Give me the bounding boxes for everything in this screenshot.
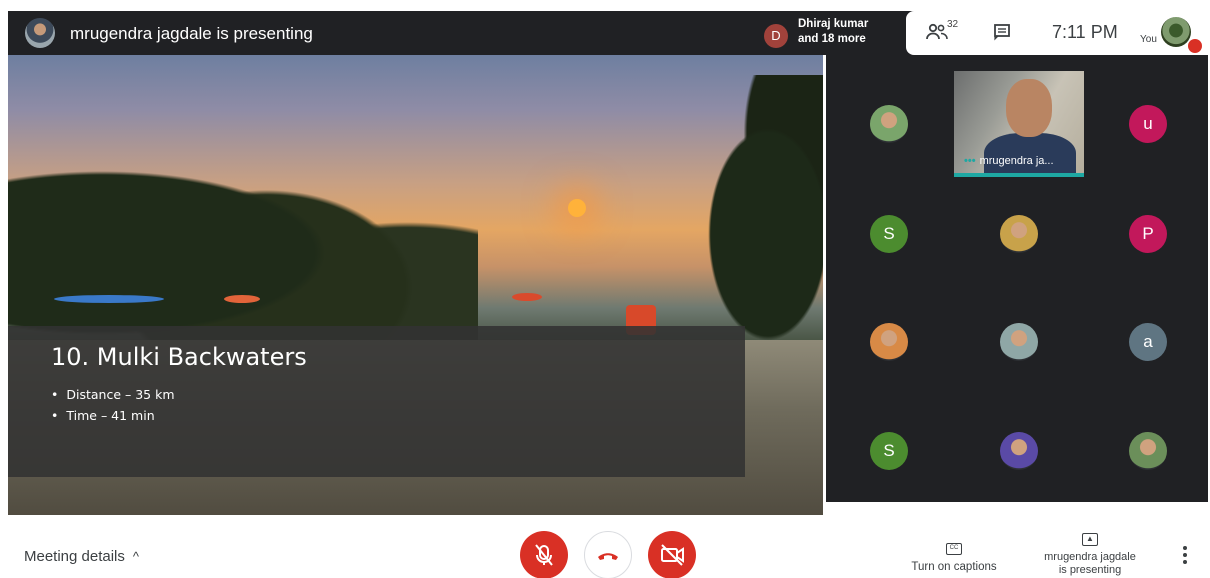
- closed-captions-icon: CC: [946, 543, 962, 555]
- video-participant-name: ••• mrugendra ja...: [964, 155, 1054, 167]
- speaking-indicator-icon: •••: [964, 155, 976, 167]
- participant-photo-avatar[interactable]: [870, 105, 908, 143]
- mic-off-icon: [535, 544, 553, 566]
- video-person-face: [1006, 79, 1052, 137]
- joiner-more: and 18 more: [798, 33, 866, 45]
- participant-initial-avatar[interactable]: S: [870, 215, 908, 253]
- meeting-details-label: Meeting details: [24, 548, 125, 565]
- kayak: [224, 295, 260, 303]
- participant-initial-avatar[interactable]: P: [1129, 215, 1167, 253]
- meeting-clock: 7:11 PM: [1052, 22, 1118, 42]
- presentation-stage: 10. Mulki Backwaters Distance – 35 km Ti…: [8, 55, 823, 515]
- captions-button[interactable]: CC Turn on captions: [906, 536, 1002, 573]
- meeting-details-button[interactable]: Meeting details ^: [24, 548, 139, 565]
- present-label-line2: is presenting: [1058, 564, 1122, 576]
- dot: [1183, 560, 1187, 564]
- participants-grid: ••• mrugendra ja... u S P a S: [826, 55, 1208, 502]
- scene-trees-right: [678, 75, 823, 365]
- meet-window: mrugendra jagdale is presenting D Dhiraj…: [0, 0, 1210, 578]
- people-icon[interactable]: [926, 23, 948, 41]
- slide-title: 10. Mulki Backwaters: [51, 343, 307, 371]
- present-label-line1: mrugendra jagdale: [1044, 551, 1136, 563]
- joiner-avatar: D: [764, 24, 788, 48]
- camera-off-icon: [661, 544, 684, 566]
- self-avatar[interactable]: [1161, 17, 1191, 47]
- slide-bullet-distance: Distance – 35 km: [51, 384, 174, 405]
- joiner-name: Dhiraj kumar: [798, 18, 869, 30]
- present-label: mrugendra jagdale is presenting: [1030, 551, 1150, 577]
- video-name-text: mrugendra ja...: [979, 155, 1054, 167]
- participant-photo-avatar[interactable]: [870, 323, 908, 361]
- top-bar: mrugendra jagdale is presenting D Dhiraj…: [8, 11, 1208, 55]
- presenting-title: mrugendra jagdale is presenting: [70, 24, 313, 43]
- mic-off-badge: [1188, 39, 1202, 53]
- people-count: 32: [947, 19, 959, 30]
- hangup-icon: [598, 553, 618, 560]
- kayak: [512, 293, 542, 301]
- present-now-button[interactable]: ▲ mrugendra jagdale is presenting: [1030, 528, 1150, 577]
- participant-initial-avatar[interactable]: S: [870, 432, 908, 470]
- captions-label: Turn on captions: [911, 561, 997, 573]
- participant-photo-avatar[interactable]: [1129, 432, 1167, 470]
- more-options-icon[interactable]: [1183, 546, 1187, 567]
- top-right-panel: 32 7:11 PM You: [906, 11, 1208, 55]
- chat-icon[interactable]: [993, 23, 1011, 41]
- scene-trees-left: [8, 115, 478, 345]
- present-screen-icon: ▲: [1082, 533, 1098, 546]
- participant-photo-avatar[interactable]: [1000, 432, 1038, 470]
- leave-call-button[interactable]: [584, 531, 632, 578]
- participant-initial-avatar[interactable]: u: [1129, 105, 1167, 143]
- slide-bullet-time: Time – 41 min: [51, 405, 175, 426]
- joined-notification[interactable]: D Dhiraj kumar and 18 more: [762, 15, 912, 51]
- participant-initial-avatar[interactable]: a: [1129, 323, 1167, 361]
- presenter-avatar: [25, 18, 55, 48]
- dot: [1183, 546, 1187, 550]
- you-label: You: [1140, 34, 1157, 45]
- chevron-up-icon: ^: [132, 549, 140, 564]
- scene-sun: [568, 199, 586, 217]
- participant-photo-avatar[interactable]: [1000, 215, 1038, 253]
- slide-bullets: Distance – 35 km Time – 41 min: [51, 384, 175, 426]
- joiner-text: Dhiraj kumar and 18 more: [798, 17, 868, 47]
- camera-toggle-button[interactable]: [648, 531, 696, 578]
- participant-video-tile[interactable]: ••• mrugendra ja...: [954, 71, 1084, 177]
- mic-toggle-button[interactable]: [520, 531, 568, 578]
- dot: [1183, 553, 1187, 557]
- kayak: [54, 295, 164, 303]
- participant-photo-avatar[interactable]: [1000, 323, 1038, 361]
